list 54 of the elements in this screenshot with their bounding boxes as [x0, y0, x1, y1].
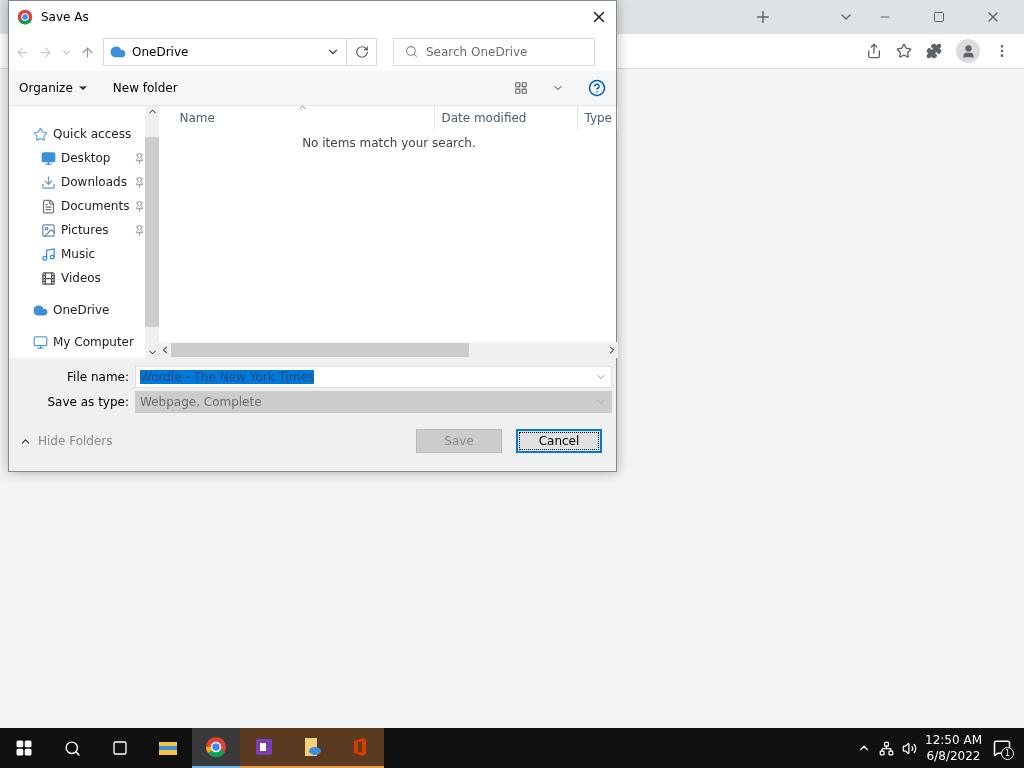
- chrome-icon: [205, 736, 227, 758]
- taskbar-app[interactable]: [240, 728, 288, 768]
- address-bar[interactable]: OneDrive: [103, 38, 377, 66]
- star-icon[interactable]: [896, 43, 912, 59]
- nav-item[interactable]: Downloads: [9, 170, 146, 194]
- nav-item[interactable]: Pictures: [9, 218, 146, 242]
- help-icon[interactable]: [588, 79, 606, 97]
- nav-item[interactable]: My Computer: [9, 330, 146, 354]
- volume-icon[interactable]: [902, 740, 918, 756]
- cloud-icon: [33, 302, 48, 318]
- chrome-icon: [17, 9, 33, 25]
- view-icon[interactable]: [514, 81, 528, 95]
- refresh-icon: [354, 45, 369, 59]
- download-icon: [41, 174, 56, 190]
- nav-item[interactable]: Videos: [9, 266, 146, 290]
- nav-item[interactable]: Music: [9, 242, 146, 266]
- nav-item[interactable]: Quick access: [9, 122, 146, 146]
- scrollbar[interactable]: [159, 342, 619, 358]
- field-label: File name:: [66, 370, 129, 384]
- scrollbar[interactable]: [145, 106, 160, 358]
- column-header[interactable]: Type: [578, 106, 619, 130]
- document-icon: [41, 198, 56, 214]
- clock[interactable]: 12:50 AM 6/8/2022: [925, 732, 982, 764]
- organize-button[interactable]: Organize: [19, 81, 89, 95]
- film-icon: [41, 270, 56, 286]
- taskbar-app[interactable]: [192, 728, 240, 768]
- profile-icon[interactable]: [956, 39, 980, 63]
- add-tab-icon[interactable]: [754, 8, 772, 26]
- up-icon[interactable]: [80, 44, 95, 60]
- field-label: Save as type:: [46, 395, 129, 409]
- empty-message: No items match your search.: [301, 136, 477, 150]
- column-header[interactable]: Name: [159, 106, 436, 130]
- puzzle-icon[interactable]: [926, 43, 942, 59]
- music-icon: [41, 246, 56, 262]
- search-icon: [63, 739, 81, 757]
- nav-item[interactable]: Desktop: [9, 146, 146, 170]
- nav-item[interactable]: Documents: [9, 194, 146, 218]
- star-icon: [33, 126, 48, 142]
- picture-icon: [41, 222, 56, 238]
- search-icon: [405, 45, 418, 58]
- notes-icon: [253, 736, 275, 758]
- window-title: Save As: [41, 10, 90, 24]
- share-icon[interactable]: [866, 43, 882, 59]
- cloud-icon: [110, 44, 126, 60]
- network-icon[interactable]: [879, 740, 895, 756]
- monitor-icon: [33, 334, 48, 350]
- search-field[interactable]: Search OneDrive: [393, 38, 595, 66]
- desktop-icon: [41, 150, 56, 166]
- task-view-icon: [112, 740, 128, 756]
- nav-item[interactable]: OneDrive: [9, 298, 146, 322]
- cancel-button[interactable]: Cancel: [516, 429, 602, 453]
- windows-icon: [15, 739, 33, 757]
- new-folder-button[interactable]: New folder: [112, 81, 178, 95]
- column-header[interactable]: Date modified: [435, 106, 579, 130]
